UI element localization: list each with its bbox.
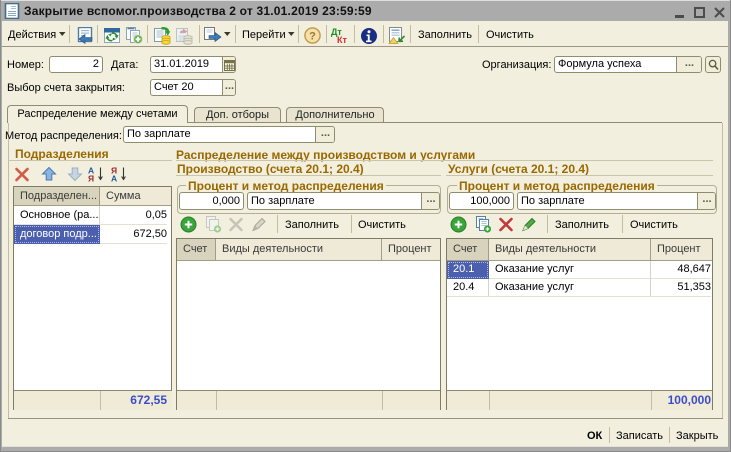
svg-text:Я: Я: [88, 174, 94, 183]
svg-text:А: А: [111, 174, 117, 183]
svg-text:?: ?: [309, 31, 316, 43]
svg-text:Кт: Кт: [337, 35, 347, 44]
